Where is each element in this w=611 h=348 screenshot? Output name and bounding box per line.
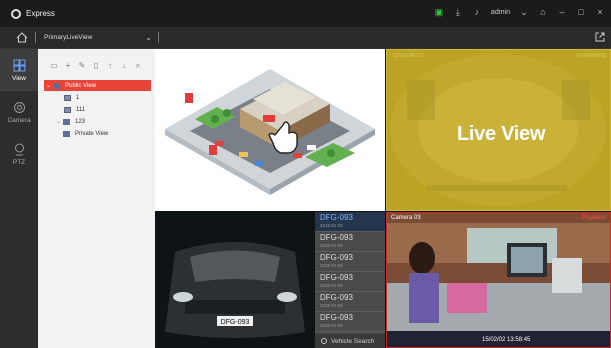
left-nav: View Camera PTZ [0,49,38,348]
folder-icon [63,130,70,137]
home-icon[interactable] [16,32,28,43]
maximize-icon[interactable]: □ [576,7,586,17]
app-title: Express [26,9,55,18]
folder-add-icon[interactable]: ▭ [50,62,58,70]
nav-item-label: Camera [7,116,31,124]
chevron-down-icon: ⌄ [145,33,152,42]
map-illustration [165,69,375,195]
chevron-down-icon[interactable]: ⌄ [44,82,53,89]
grid-icon [13,59,25,71]
plate-list: DFG-093 2015-01-02 DFG-093 2015-01-02 DF… [315,212,385,348]
move-down-icon[interactable]: ↓ [120,62,128,70]
alarm-icon[interactable]: ▣ [434,7,444,17]
download-icon[interactable]: ⤓ [453,7,463,17]
tree-item-1[interactable]: 1 [38,92,155,103]
live-view-tile[interactable]: Channel 01 Previewing Live View [386,49,611,211]
vehicle-search-label: Vehicle Search [331,337,375,345]
app-logo-icon [11,8,21,19]
delete-icon[interactable]: ▯ [92,62,100,70]
map-tile[interactable] [155,49,385,211]
playback-timestamp: 15/02/02 13:58:45 [482,337,531,343]
plate-list-item[interactable]: DFG-093 2015-01-02 [315,252,385,272]
plate-number: DFG-093 [320,233,353,242]
tree-item-label: 111 [76,106,86,113]
close-icon[interactable]: × [595,7,605,17]
divider [158,32,159,43]
plate-date: 2015-01-02 [320,263,344,268]
chevron-down-icon[interactable]: ⌄ [519,7,529,17]
plate-list-item[interactable]: DFG-093 2015-01-02 [315,212,385,232]
plate-date: 2015-01-02 [320,243,344,248]
view-bar: PrimaryLiveView ⌄ [0,27,611,49]
popout-icon[interactable] [595,32,605,42]
view-tree-panel: ▭ + ✎ ▯ ↑ ↓ ⌕ ⌄ Public View 1 111 ⌄ 123 … [38,49,155,348]
tree-item-label: Public View [65,82,96,89]
lock-icon[interactable]: ⌂ [538,7,548,17]
move-up-icon[interactable]: ↑ [106,62,114,70]
nav-item-label: View [12,74,26,82]
minimize-icon[interactable]: – [557,7,567,17]
plate-date: 2015-01-02 [320,223,344,228]
tree-item-label: 1 [76,94,80,101]
view-selector[interactable]: PrimaryLiveView ⌄ [44,33,152,42]
camera-label: Camera 03 [391,215,421,221]
tree-item-label: Private View [75,130,109,137]
video-grid: Channel 01 Previewing Live View DFG-093 … [155,49,611,348]
tree-item-label: 123 [75,118,86,125]
plate-list-item[interactable]: DFG-093 2015-01-02 [315,232,385,252]
folder-icon [63,118,70,125]
tree-item-123[interactable]: ⌄ 123 [38,116,155,127]
plate-number: DFG-093 [320,273,353,282]
camera-status: Playback [581,215,606,221]
plate-number: DFG-093 [320,213,353,222]
title-bar: Express ▣ ⤓ ♪ admin ⌄ ⌂ – □ × [0,0,611,27]
layout-icon [64,94,71,101]
search-icon [321,338,327,344]
playback-timeline[interactable]: 15/02/02 13:58:45 [387,331,610,347]
folder-icon [53,82,60,89]
layout-icon [64,106,71,113]
edit-icon[interactable]: ✎ [78,62,86,70]
nav-item-view[interactable]: View [0,49,38,91]
car-plate-text: DFG-093 [221,319,250,326]
plate-number: DFG-093 [320,313,353,322]
car-snapshot: DFG-093 [155,212,315,348]
bell-icon[interactable]: ♪ [472,7,482,17]
nav-item-ptz[interactable]: PTZ [0,133,38,175]
live-view-title: Live View [457,123,546,145]
ptz-icon [14,143,24,155]
plate-number: DFG-093 [320,253,353,262]
plate-number: DFG-093 [320,293,353,302]
vehicle-search-button[interactable]: Vehicle Search [315,334,385,348]
view-selector-label: PrimaryLiveView [44,34,93,41]
store-scene [387,213,610,347]
chevron-down-icon[interactable]: ⌄ [54,118,63,125]
plate-date: 2015-01-02 [320,323,344,328]
user-menu[interactable]: admin [491,9,510,16]
tree-item-private-view[interactable]: Private View [38,128,155,139]
plate-date: 2015-01-02 [320,283,344,288]
tree-list: ⌄ Public View 1 111 ⌄ 123 Private View [38,80,155,139]
plate-list-item[interactable]: DFG-093 2015-01-02 [315,292,385,312]
plate-list-item[interactable]: DFG-093 2015-01-02 [315,312,385,332]
tree-toolbar: ▭ + ✎ ▯ ↑ ↓ ⌕ [38,49,155,70]
lpr-camera-tile[interactable]: DFG-093 DFG-093 2015-01-02 DFG-093 2015-… [155,212,385,348]
search-icon[interactable]: ⌕ [134,62,142,70]
tree-item-public-view[interactable]: ⌄ Public View [44,80,151,91]
divider [35,32,36,43]
plate-date: 2015-01-02 [320,303,344,308]
plate-list-item[interactable]: DFG-093 2015-01-02 [315,272,385,292]
camera-icon [13,101,25,113]
nav-item-label: PTZ [12,158,26,166]
add-icon[interactable]: + [64,62,72,70]
playback-camera-tile[interactable]: Camera 03 Playback 15/02/02 13:58:45 [386,212,611,348]
tree-item-111[interactable]: 111 [38,104,155,115]
nav-item-camera[interactable]: Camera [0,91,38,133]
